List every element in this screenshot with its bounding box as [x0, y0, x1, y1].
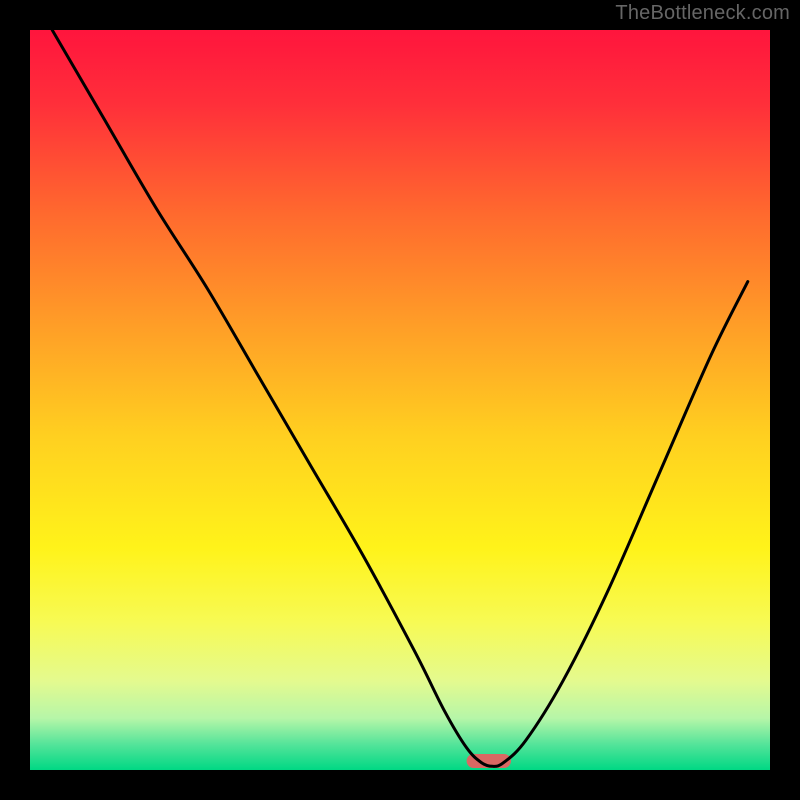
watermark-label: TheBottleneck.com — [615, 2, 790, 25]
chart-svg — [0, 0, 800, 800]
bottleneck-chart — [0, 0, 800, 800]
chart-background — [30, 30, 770, 770]
